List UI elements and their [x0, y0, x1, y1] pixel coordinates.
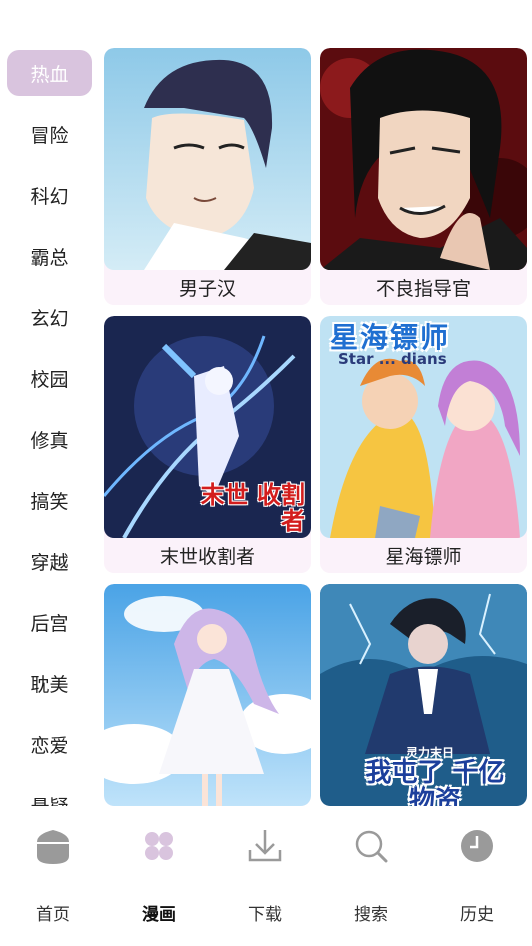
comic-cover[interactable] — [104, 584, 311, 806]
category-sidebar[interactable]: 热血 冒险 科幻 霸总 玄幻 校园 修真 搞笑 穿越 后宫 耽美 恋爱 悬疑 — [0, 44, 100, 806]
download-icon — [248, 830, 282, 862]
category-campus[interactable]: 校园 — [7, 355, 92, 401]
category-scifi[interactable]: 科幻 — [7, 172, 92, 218]
comic-title: 末世收割者 — [159, 546, 255, 568]
nav-history-label: 历史 — [460, 905, 494, 925]
category-time-travel[interactable]: 穿越 — [7, 538, 92, 584]
nav-search-label: 搜索 — [354, 905, 388, 925]
comic-card[interactable]: 男子汉 — [104, 48, 311, 305]
comic-cover[interactable]: 灵力末日 我屯了 千亿物资 — [320, 584, 527, 806]
nav-download[interactable]: 下载 — [212, 826, 318, 925]
nav-home-label: 首页 — [36, 905, 70, 925]
category-ceo[interactable]: 霸总 — [7, 233, 92, 279]
comic-grid-icon — [145, 832, 173, 860]
nav-search[interactable]: 搜索 — [318, 826, 424, 925]
category-mystery[interactable]: 悬疑 — [7, 782, 92, 807]
cover-title-text: 我屯了 千亿物资 — [365, 758, 505, 806]
category-cultivation[interactable]: 修真 — [7, 416, 92, 462]
nav-download-label: 下载 — [248, 905, 282, 925]
nav-home[interactable]: 首页 — [0, 826, 106, 925]
comic-cover[interactable] — [320, 48, 527, 270]
nav-comics[interactable]: 漫画 — [106, 826, 212, 925]
comic-cover[interactable] — [104, 48, 311, 270]
comic-card[interactable]: 不良指导官 — [320, 48, 527, 305]
category-hot-blood[interactable]: 热血 — [7, 50, 92, 96]
comic-card[interactable]: 星海镖师 Star ... dians 星海镖师 — [320, 316, 527, 573]
comic-card[interactable] — [104, 584, 311, 806]
home-icon — [37, 830, 69, 864]
bottom-nav: 首页 漫画 下载 搜索 历史 — [0, 806, 532, 946]
comic-card[interactable]: 末世 收割者 末世收割者 — [104, 316, 311, 573]
category-comedy[interactable]: 搞笑 — [7, 477, 92, 523]
cover-title-text: 末世 收割者 — [200, 481, 305, 535]
comic-cover[interactable]: 末世 收割者 — [104, 316, 311, 538]
nav-history[interactable]: 历史 — [424, 826, 530, 925]
comic-title: 男子汉 — [178, 278, 236, 300]
comic-cover[interactable]: 星海镖师 Star ... dians — [320, 316, 527, 538]
search-icon — [355, 830, 388, 863]
category-bl[interactable]: 耽美 — [7, 660, 92, 706]
comic-card[interactable]: 灵力末日 我屯了 千亿物资 — [320, 584, 527, 806]
comic-title: 不良指导官 — [375, 278, 471, 300]
history-clock-icon — [461, 830, 493, 862]
category-fantasy[interactable]: 玄幻 — [7, 294, 92, 340]
cover-subtitle-text: Star ... dians — [338, 350, 447, 368]
category-adventure[interactable]: 冒险 — [7, 111, 92, 157]
category-romance[interactable]: 恋爱 — [7, 721, 92, 767]
comic-title: 星海镖师 — [385, 546, 462, 568]
nav-comics-label: 漫画 — [142, 905, 176, 925]
category-harem[interactable]: 后宫 — [7, 599, 92, 645]
